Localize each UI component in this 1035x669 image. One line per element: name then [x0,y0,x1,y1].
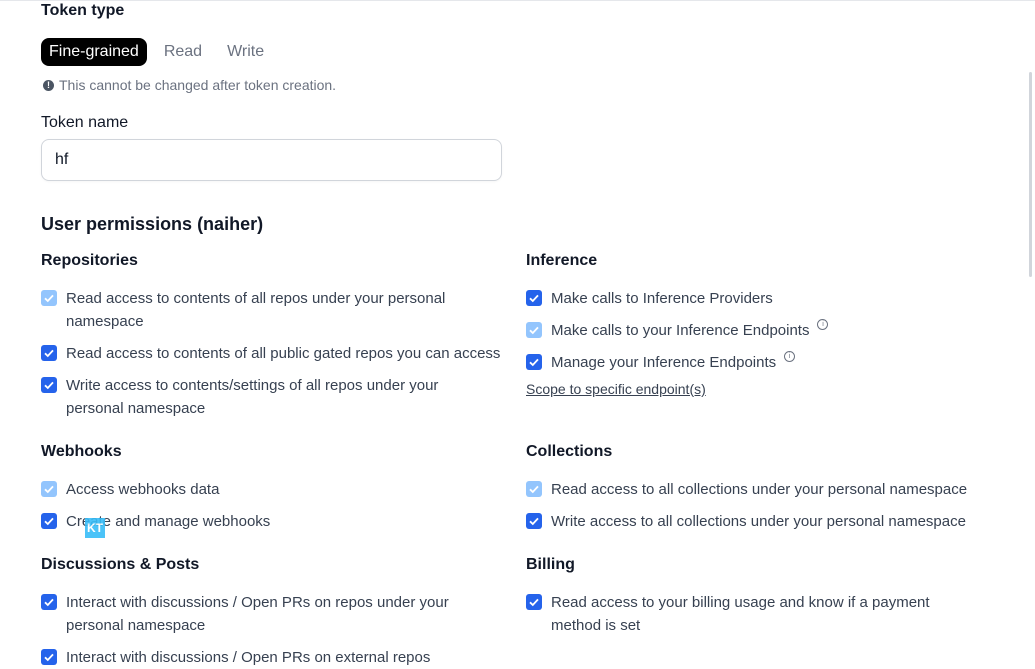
section-title-inference: Inference [526,252,598,269]
permission-label: Read access to contents of all public ga… [66,345,501,362]
token-type-fine-grained[interactable]: Fine-grained [41,38,147,66]
checkbox-billing-read[interactable] [526,594,542,610]
checkbox-repo-write-personal[interactable] [41,377,57,393]
info-icon[interactable]: i [817,319,829,330]
user-permissions-heading: User permissions (naiher) [41,214,264,234]
permission-item: Write access to all collections under yo… [526,510,986,533]
overlay-badge: KT [85,518,105,538]
checkbox-discussions-external[interactable] [41,649,57,665]
checkbox-repo-read-gated[interactable] [41,345,57,361]
checkbox-inference-providers[interactable] [526,290,542,306]
scope-endpoints-link[interactable]: Scope to specific endpoint(s) [526,381,706,397]
permission-label: Interact with discussions / Open PRs on … [66,594,449,634]
permission-label: Read access to contents of all repos und… [66,290,446,330]
section-title-discussions: Discussions & Posts [41,556,200,573]
checkbox-discussions-personal[interactable] [41,594,57,610]
checkbox-webhooks-access[interactable] [41,481,57,497]
scrollbar[interactable] [1029,72,1032,277]
permission-label: Access webhooks data [66,481,220,498]
permission-item: Manage your Inference Endpoints i [526,351,986,374]
checkbox-webhooks-manage[interactable] [41,513,57,529]
section-title-billing: Billing [526,556,575,573]
permission-label: Write access to all collections under yo… [551,513,966,530]
section-title-webhooks: Webhooks [41,443,122,460]
top-divider [0,0,1035,1]
token-type-write[interactable]: Write [219,38,272,66]
token-type-note-text: This cannot be changed after token creat… [59,77,337,93]
exclamation-icon: ! [43,79,54,91]
token-name-label: Token name [41,114,129,131]
token-type-heading: Token type [41,2,125,19]
permission-label: Manage your Inference Endpoints [551,354,777,371]
permission-item: Read access to all collections under you… [526,478,986,501]
permission-item: Read access to your billing usage and kn… [526,591,971,637]
checkbox-collections-write[interactable] [526,513,542,529]
token-type-read[interactable]: Read [156,38,210,66]
token-type-note: ! This cannot be changed after token cre… [43,77,336,93]
permission-item: Read access to contents of all public ga… [41,342,501,365]
permission-label: Write access to contents/settings of all… [66,377,439,417]
section-title-collections: Collections [526,443,613,460]
permission-item: Interact with discussions / Open PRs on … [41,591,461,637]
token-name-input[interactable] [41,139,502,181]
checkbox-repo-read-personal[interactable] [41,290,57,306]
permission-item: Make calls to Inference Providers [526,287,986,310]
permission-label: Make calls to your Inference Endpoints [551,322,810,339]
permission-item: Read access to contents of all repos und… [41,287,461,333]
info-icon[interactable]: i [784,351,796,362]
permission-item: Access webhooks data [41,478,461,501]
permission-label: Read access to your billing usage and kn… [551,594,930,634]
token-type-selector: Fine-grained Read Write [41,38,272,66]
permission-item: Make calls to your Inference Endpoints i [526,319,986,342]
checkbox-collections-read[interactable] [526,481,542,497]
permission-label: Read access to all collections under you… [551,481,968,498]
checkbox-inference-endpoints-calls[interactable] [526,322,542,338]
token-form: Token type Fine-grained Read Write ! Thi… [0,0,1035,666]
checkbox-inference-endpoints-manage[interactable] [526,354,542,370]
section-title-repositories: Repositories [41,252,138,269]
permission-item: Write access to contents/settings of all… [41,374,461,420]
permission-label: Make calls to Inference Providers [551,290,773,307]
